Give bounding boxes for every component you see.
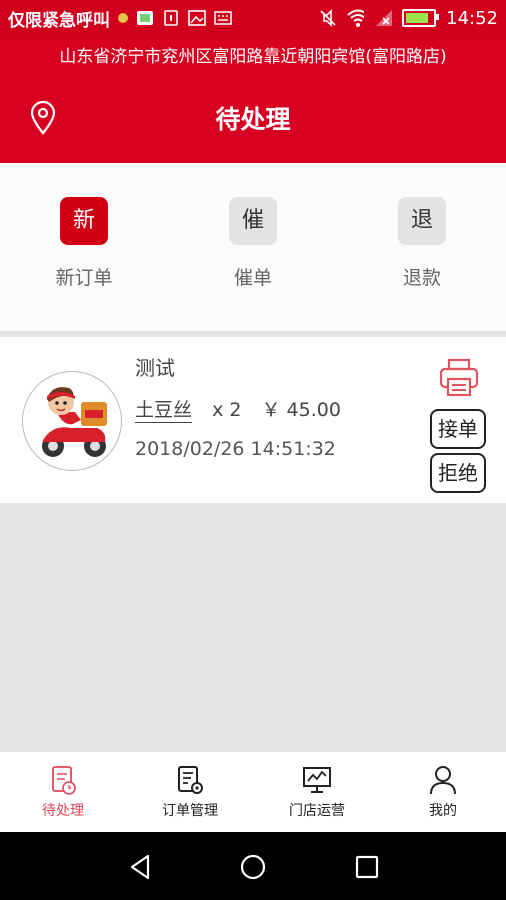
tab-store-ops-label: 门店运营 <box>289 803 345 819</box>
printer-icon[interactable] <box>438 357 480 399</box>
tab-pending[interactable]: 待处理 <box>0 752 126 832</box>
address-text[interactable]: 山东省济宁市兖州区富阳路靠近朝阳宾馆(富阳路店) <box>0 42 506 67</box>
order-manage-icon <box>175 764 205 796</box>
order-item-price: ￥ 45.00 <box>261 399 341 421</box>
order-item-quantity: x 2 <box>212 399 242 421</box>
new-order-label: 新订单 <box>55 267 113 289</box>
home-icon[interactable] <box>238 852 268 882</box>
battery-icon <box>402 9 440 27</box>
carrier-text: 仅限紧急呼叫 <box>8 10 110 31</box>
tab-mine[interactable]: 我的 <box>380 752 506 832</box>
app-icon <box>136 10 154 26</box>
quick-action-refunds[interactable]: 退 退款 <box>338 163 506 331</box>
reject-order-button[interactable]: 拒绝 <box>430 453 486 493</box>
accept-order-button[interactable]: 接单 <box>430 409 486 449</box>
order-card[interactable]: 测试 土豆丝 x 2 ￥ 45.00 2018/02/26 14:51:32 接… <box>0 337 506 503</box>
tab-pending-label: 待处理 <box>42 803 84 819</box>
reminder-badge: 催 <box>229 197 277 245</box>
order-item-name: 土豆丝 <box>135 399 193 423</box>
image-icon <box>188 10 206 26</box>
order-time: 2018/02/26 14:51:32 <box>135 438 336 460</box>
refund-label: 退款 <box>402 267 441 289</box>
wifi-icon <box>346 9 365 27</box>
page-title: 待处理 <box>215 105 291 134</box>
store-stats-icon <box>302 764 332 796</box>
sim-icon <box>162 10 180 26</box>
tab-order-manage[interactable]: 订单管理 <box>127 752 253 832</box>
system-nav-bar <box>0 832 506 900</box>
new-order-badge: 新 <box>60 197 108 245</box>
header: 山东省济宁市兖州区富阳路靠近朝阳宾馆(富阳路店) 待处理 <box>0 36 506 163</box>
bottom-tab-bar: 待处理 订单管理 门店运营 我的 <box>0 752 506 832</box>
quick-action-new-orders[interactable]: 新 新订单 <box>0 163 168 331</box>
back-icon[interactable] <box>126 852 156 882</box>
mute-icon <box>318 9 336 27</box>
quick-action-reminders[interactable]: 催 催单 <box>169 163 337 331</box>
quick-actions: 新 新订单 催 催单 退 退款 <box>0 163 506 331</box>
profile-icon <box>428 764 458 796</box>
order-customer-name: 测试 <box>135 356 175 380</box>
reminder-label: 催单 <box>233 267 272 289</box>
status-bar: 仅限紧急呼叫 14:52 <box>0 0 506 36</box>
recents-icon[interactable] <box>352 852 382 882</box>
tab-order-manage-label: 订单管理 <box>162 803 218 819</box>
pending-icon <box>48 764 78 796</box>
signal-icon <box>374 10 393 26</box>
order-item-line: 土豆丝 x 2 ￥ 45.00 <box>135 395 341 423</box>
clock-text: 14:52 <box>446 7 498 29</box>
notification-dot-icon <box>118 13 128 23</box>
keyboard-icon <box>214 10 232 26</box>
refund-badge: 退 <box>398 197 446 245</box>
tab-store-ops[interactable]: 门店运营 <box>254 752 380 832</box>
tab-mine-label: 我的 <box>429 803 457 819</box>
avatar <box>22 371 122 471</box>
